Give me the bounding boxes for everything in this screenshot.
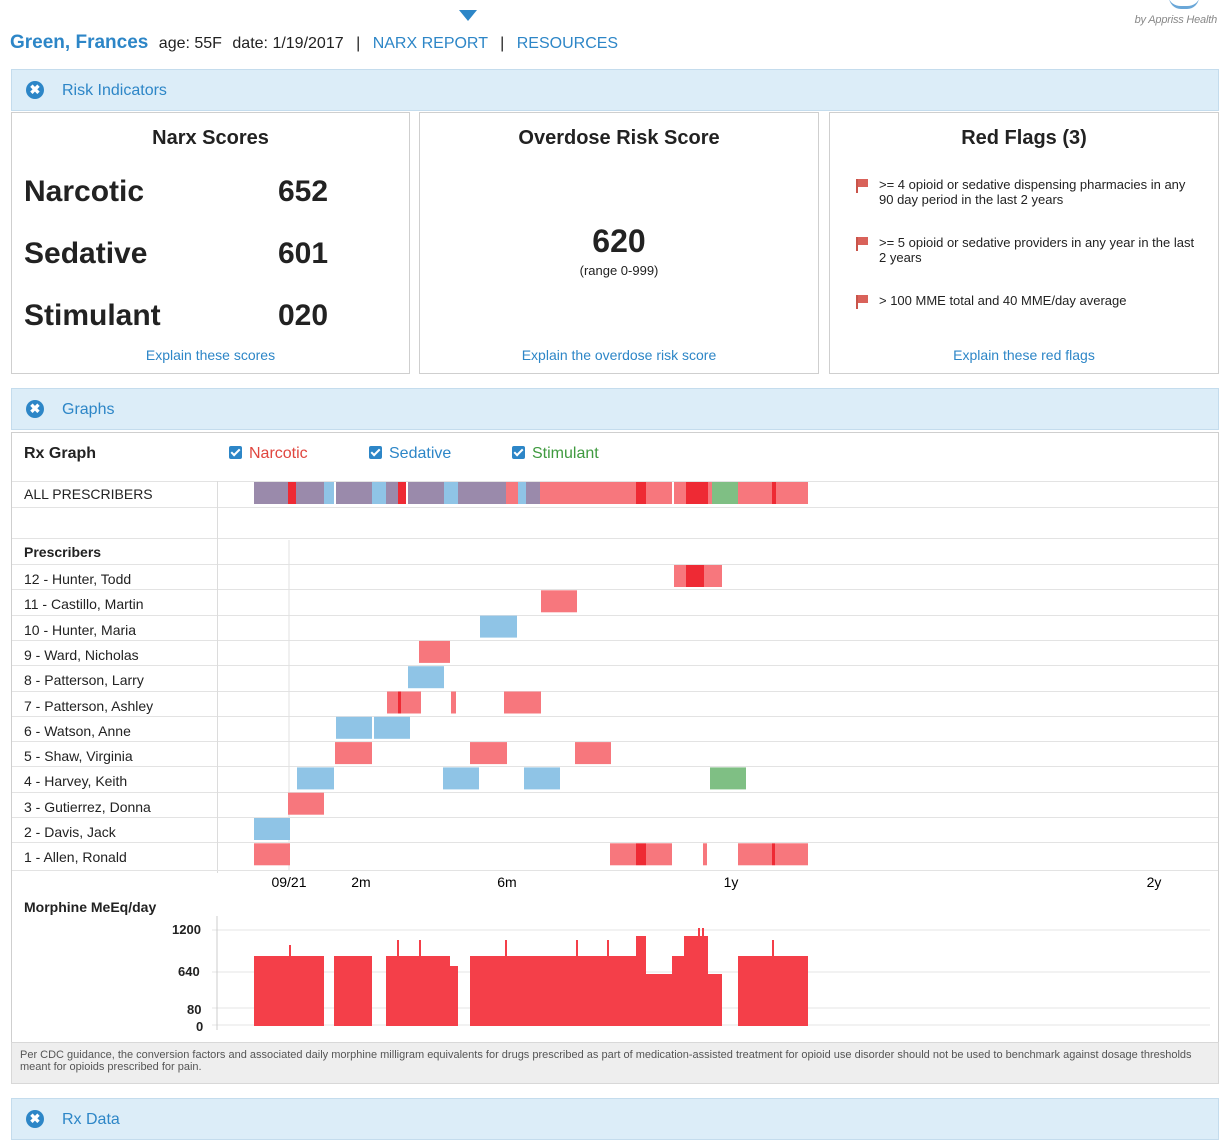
- mme-bar[interactable]: [672, 956, 684, 1026]
- prescriber-rx-bar[interactable]: [772, 843, 775, 866]
- mme-spike[interactable]: [772, 940, 774, 1026]
- prescriber-rx-bar[interactable]: [646, 843, 672, 866]
- all-prescribers-bar[interactable]: [636, 482, 646, 504]
- mme-bar[interactable]: [646, 974, 672, 1026]
- all-prescribers-bar[interactable]: [254, 482, 288, 504]
- prescriber-rx-bar[interactable]: [504, 691, 541, 714]
- prescriber-rx-bar[interactable]: [288, 792, 324, 815]
- all-prescribers-bar[interactable]: [398, 482, 406, 504]
- rx-timeline-chart: 09/21 2m 6m 1y 2y: [212, 482, 1210, 1030]
- all-prescribers-bar[interactable]: [444, 482, 458, 504]
- prescriber-rx-bar[interactable]: [297, 767, 334, 790]
- all-prescribers-bar[interactable]: [458, 482, 470, 504]
- all-prescribers-bar[interactable]: [776, 482, 808, 504]
- all-prescribers-bar[interactable]: [408, 482, 420, 504]
- all-prescribers-bar[interactable]: [518, 482, 526, 504]
- all-prescribers-bar[interactable]: [420, 482, 444, 504]
- mme-bar[interactable]: [456, 966, 458, 1026]
- prescriber-rx-bar[interactable]: [401, 691, 421, 714]
- all-prescribers-bar[interactable]: [738, 482, 748, 504]
- prescriber-rx-bar[interactable]: [254, 843, 290, 866]
- time-axis-label: 2m: [351, 874, 370, 890]
- cdc-guidance-note: Per CDC guidance, the conversion factors…: [11, 1042, 1219, 1084]
- prescriber-rx-bar[interactable]: [541, 590, 577, 613]
- all-prescribers-bar[interactable]: [540, 482, 562, 504]
- all-prescribers-bar[interactable]: [336, 482, 372, 504]
- mme-spike[interactable]: [576, 940, 578, 1026]
- mme-bar[interactable]: [708, 974, 722, 1026]
- prescriber-rx-bar[interactable]: [254, 818, 290, 840]
- all-prescribers-bar[interactable]: [288, 482, 296, 504]
- prescriber-rx-bar[interactable]: [575, 742, 611, 765]
- prescriber-rx-bar[interactable]: [419, 640, 450, 663]
- all-prescribers-bar[interactable]: [686, 482, 708, 504]
- mme-spike[interactable]: [702, 928, 704, 1026]
- mme-bar[interactable]: [636, 936, 646, 1026]
- time-axis-label: 1y: [724, 874, 739, 890]
- prescriber-rx-bar[interactable]: [703, 843, 707, 866]
- all-prescribers-bar[interactable]: [772, 482, 776, 504]
- prescriber-rx-bar[interactable]: [686, 565, 690, 587]
- prescriber-rx-bar[interactable]: [704, 565, 722, 587]
- all-prescribers-bar[interactable]: [506, 482, 520, 504]
- all-prescribers-bar[interactable]: [748, 482, 772, 504]
- prescriber-rx-bar[interactable]: [674, 565, 686, 587]
- all-prescribers-bar[interactable]: [324, 482, 334, 504]
- mme-bar[interactable]: [386, 956, 450, 1026]
- mme-spike[interactable]: [607, 940, 609, 1026]
- all-prescribers-bar[interactable]: [712, 482, 726, 504]
- prescriber-rx-bar[interactable]: [408, 666, 444, 689]
- prescriber-rx-bar[interactable]: [398, 691, 401, 714]
- all-prescribers-bar[interactable]: [708, 482, 712, 504]
- prescriber-rx-bar[interactable]: [524, 767, 560, 790]
- prescriber-rx-bar[interactable]: [775, 843, 808, 866]
- collapse-close-icon[interactable]: ✖: [26, 1110, 44, 1128]
- prescriber-rx-bar[interactable]: [480, 615, 517, 638]
- all-prescribers-bar[interactable]: [470, 482, 506, 504]
- time-axis-label: 2y: [1147, 874, 1162, 890]
- mme-spike[interactable]: [419, 940, 421, 1026]
- mme-spike[interactable]: [289, 945, 291, 1026]
- mme-bar[interactable]: [334, 956, 372, 1026]
- all-prescribers-bar[interactable]: [526, 482, 540, 504]
- prescriber-rx-bar[interactable]: [336, 716, 372, 739]
- prescriber-rx-bar[interactable]: [470, 742, 507, 765]
- prescriber-rx-bar[interactable]: [636, 843, 646, 866]
- all-prescribers-bar[interactable]: [372, 482, 386, 504]
- prescriber-rx-bar[interactable]: [710, 767, 746, 790]
- all-prescribers-bar[interactable]: [612, 482, 636, 504]
- mme-bar[interactable]: [450, 966, 456, 1026]
- prescriber-rx-bar[interactable]: [374, 716, 410, 739]
- mme-bar[interactable]: [684, 936, 708, 1026]
- prescriber-rx-bar[interactable]: [738, 843, 772, 866]
- prescriber-rx-bar[interactable]: [451, 691, 456, 714]
- time-axis-label: 6m: [497, 874, 516, 890]
- prescriber-rx-bar[interactable]: [335, 742, 372, 765]
- mme-spike[interactable]: [505, 940, 507, 1026]
- prescriber-rx-bar[interactable]: [698, 565, 704, 587]
- all-prescribers-bar[interactable]: [296, 482, 324, 504]
- mme-spike[interactable]: [397, 940, 399, 1026]
- mme-bar[interactable]: [470, 956, 636, 1026]
- all-prescribers-bar[interactable]: [646, 482, 672, 504]
- time-axis-label: 09/21: [271, 874, 306, 890]
- prescriber-rx-bar[interactable]: [443, 767, 479, 790]
- panel-title: Rx Data: [62, 1111, 120, 1128]
- all-prescribers-bar[interactable]: [562, 482, 612, 504]
- all-prescribers-bar[interactable]: [674, 482, 686, 504]
- prescriber-rx-bar[interactable]: [690, 565, 698, 587]
- all-prescribers-bar[interactable]: [726, 482, 738, 504]
- mme-spike[interactable]: [698, 928, 700, 1026]
- prescriber-rx-bar[interactable]: [610, 843, 636, 866]
- rx-data-panel-header[interactable]: ✖ Rx Data: [11, 1098, 1219, 1140]
